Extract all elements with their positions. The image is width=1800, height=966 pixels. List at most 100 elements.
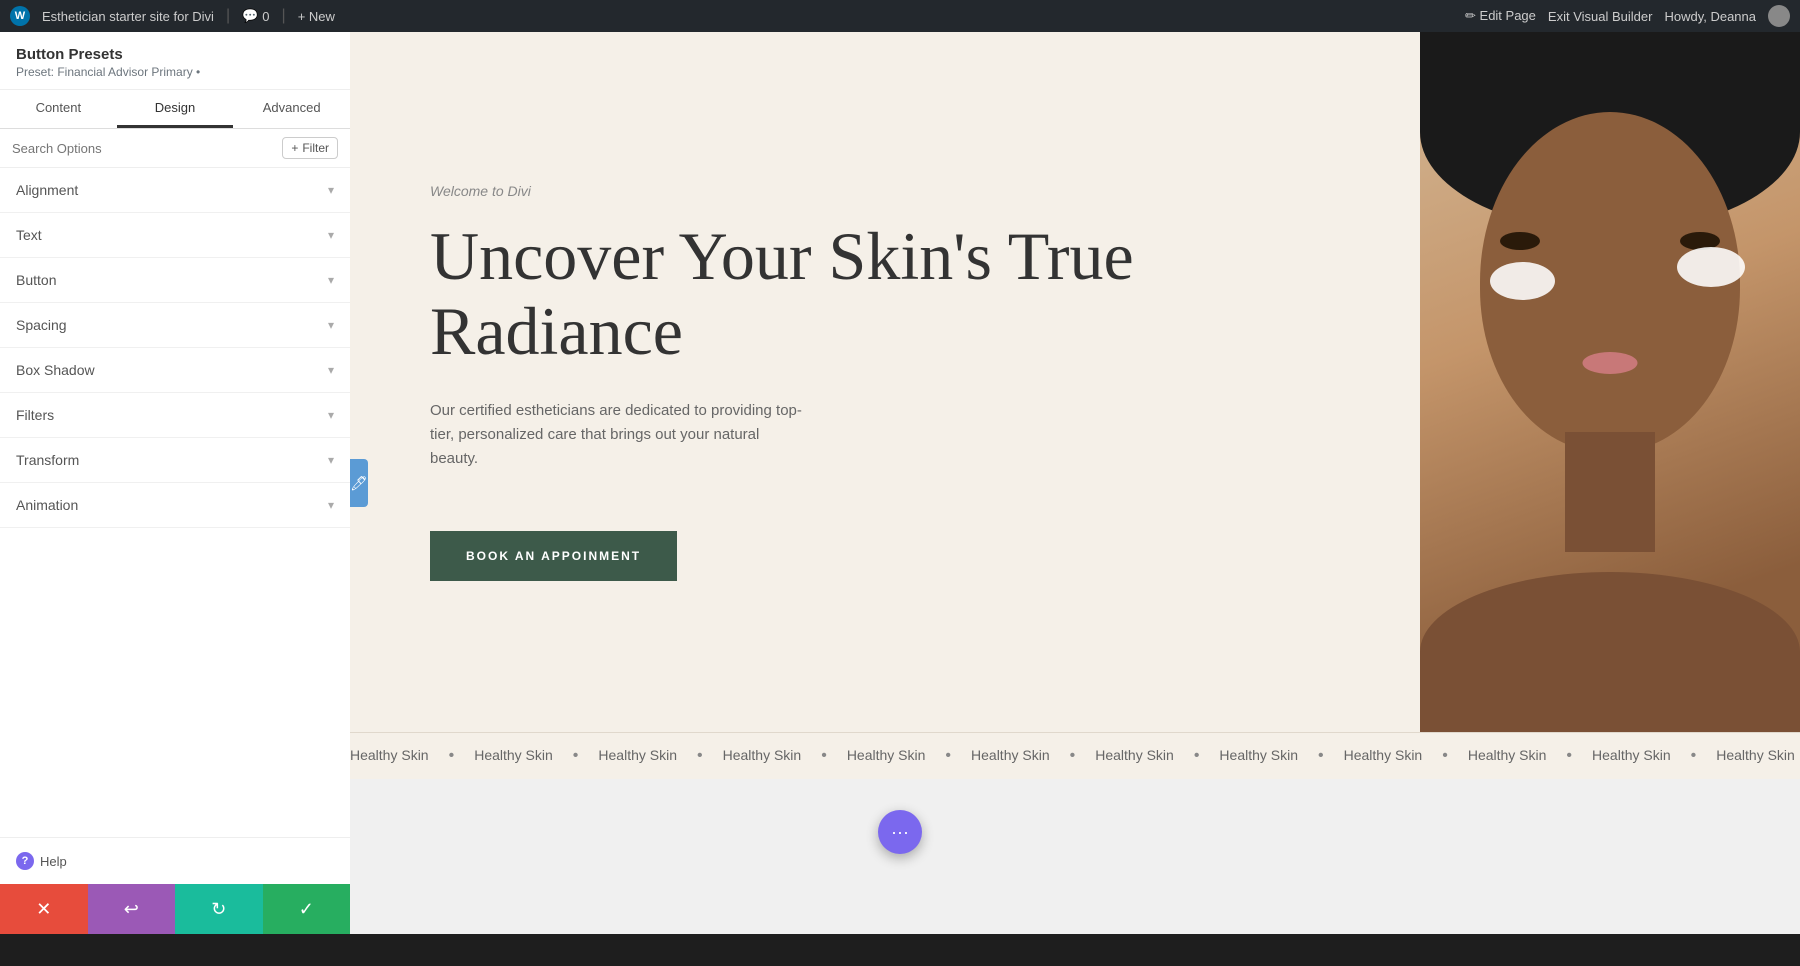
option-alignment-label: Alignment <box>16 182 78 198</box>
option-alignment[interactable]: Alignment ▾ <box>0 168 350 213</box>
hero-welcome-text: Welcome to Divi <box>430 183 1360 199</box>
sidebar-subtitle: Preset: Financial Advisor Primary • <box>16 65 334 79</box>
marquee-dot: • <box>697 747 703 765</box>
option-filters[interactable]: Filters ▾ <box>0 393 350 438</box>
save-button[interactable]: ✓ <box>263 884 351 934</box>
option-spacing[interactable]: Spacing ▾ <box>0 303 350 348</box>
chevron-down-icon: ▾ <box>328 318 334 332</box>
separator-1: | <box>226 7 230 25</box>
marquee-dot: • <box>1318 747 1324 765</box>
filter-button[interactable]: + Filter <box>282 137 338 159</box>
hero-image <box>1420 32 1800 732</box>
marquee-dot: • <box>1691 747 1697 765</box>
fab-icon: ··· <box>891 822 909 843</box>
redo-icon: ↻ <box>211 899 226 920</box>
option-text[interactable]: Text ▾ <box>0 213 350 258</box>
option-box-shadow[interactable]: Box Shadow ▾ <box>0 348 350 393</box>
cancel-icon: ✕ <box>36 899 51 920</box>
option-filters-label: Filters <box>16 407 54 423</box>
search-row: + Filter <box>0 129 350 168</box>
marquee-item: Healthy Skin <box>598 747 677 765</box>
sidebar-bottom-bar: ✕ ↩ ↻ ✓ <box>0 884 350 934</box>
topbar: W Esthetician starter site for Divi | 💬 … <box>0 0 1800 32</box>
layout: Button Presets Preset: Financial Advisor… <box>0 32 1800 934</box>
comment-count: 0 <box>262 9 269 24</box>
hero-title: Uncover Your Skin's True Radiance <box>430 219 1360 369</box>
main-content: Welcome to Divi Uncover Your Skin's True… <box>350 32 1800 934</box>
chevron-down-icon: ▾ <box>328 273 334 287</box>
marquee-dot: • <box>1566 747 1572 765</box>
chevron-down-icon: ▾ <box>328 363 334 377</box>
marquee-dot: • <box>1194 747 1200 765</box>
floating-action-button[interactable]: ··· <box>878 810 922 854</box>
save-icon: ✓ <box>299 899 314 920</box>
hero-section: Welcome to Divi Uncover Your Skin's True… <box>350 32 1800 732</box>
sidebar: Button Presets Preset: Financial Advisor… <box>0 32 350 934</box>
option-transform[interactable]: Transform ▾ <box>0 438 350 483</box>
tab-advanced[interactable]: Advanced <box>233 90 350 128</box>
book-appointment-button[interactable]: BOOK AN APPOINMENT <box>430 531 677 581</box>
edit-page-button[interactable]: ✏ Edit Page <box>1465 8 1536 24</box>
option-text-label: Text <box>16 227 42 243</box>
sidebar-header: Button Presets Preset: Financial Advisor… <box>0 32 350 90</box>
marquee-item: Healthy Skin <box>847 747 926 765</box>
marquee-dot: • <box>821 747 827 765</box>
undo-icon: ↩ <box>124 899 139 920</box>
marquee-item: Healthy Skin <box>1592 747 1671 765</box>
marquee-item: Healthy Skin <box>1716 747 1795 765</box>
option-animation-label: Animation <box>16 497 78 513</box>
marquee-dot: • <box>573 747 579 765</box>
marquee-item: Healthy Skin <box>1219 747 1298 765</box>
cancel-button[interactable]: ✕ <box>0 884 88 934</box>
separator-2: | <box>282 7 286 25</box>
avatar[interactable] <box>1768 5 1790 27</box>
marquee-item: Healthy Skin <box>723 747 802 765</box>
chevron-down-icon: ▾ <box>328 498 334 512</box>
comment-icon: 💬 <box>242 8 258 24</box>
hero-right <box>1420 32 1800 732</box>
marquee-dot: • <box>1070 747 1076 765</box>
option-button-label: Button <box>16 272 56 288</box>
chevron-down-icon: ▾ <box>328 408 334 422</box>
marquee-dot: • <box>449 747 455 765</box>
chevron-down-icon: ▾ <box>328 228 334 242</box>
sidebar-options: Alignment ▾ Text ▾ Button ▾ Spacing ▾ Bo… <box>0 168 350 837</box>
help-link[interactable]: ? Help <box>0 837 350 884</box>
option-button[interactable]: Button ▾ <box>0 258 350 303</box>
tab-content[interactable]: Content <box>0 90 117 128</box>
chevron-down-icon: ▾ <box>328 183 334 197</box>
marquee-dot: • <box>1442 747 1448 765</box>
hero-description: Our certified estheticians are dedicated… <box>430 399 810 471</box>
help-icon: ? <box>16 852 34 870</box>
topbar-right: ✏ Edit Page Exit Visual Builder Howdy, D… <box>1465 5 1790 27</box>
marquee-item: Healthy Skin <box>971 747 1050 765</box>
search-input[interactable] <box>12 141 274 156</box>
marquee-item: Healthy Skin <box>1095 747 1174 765</box>
chevron-down-icon: ▾ <box>328 453 334 467</box>
exit-visual-builder-button[interactable]: Exit Visual Builder <box>1548 9 1653 24</box>
tab-design[interactable]: Design <box>117 90 234 128</box>
option-box-shadow-label: Box Shadow <box>16 362 95 378</box>
site-name: Esthetician starter site for Divi <box>42 9 214 24</box>
sidebar-title: Button Presets <box>16 46 334 63</box>
sidebar-tabs: Content Design Advanced <box>0 90 350 129</box>
filter-plus-icon: + <box>291 141 298 155</box>
option-spacing-label: Spacing <box>16 317 67 333</box>
redo-button[interactable]: ↻ <box>175 884 263 934</box>
marquee-dot: • <box>945 747 951 765</box>
filter-label: Filter <box>302 141 329 155</box>
help-label: Help <box>40 854 67 869</box>
marquee-track: Healthy Skin • Healthy Skin • Healthy Sk… <box>350 747 1800 765</box>
hero-left: Welcome to Divi Uncover Your Skin's True… <box>350 32 1420 732</box>
new-button[interactable]: + New <box>298 9 335 24</box>
divi-toggle-icon: 🖊 <box>350 475 368 492</box>
wordpress-icon[interactable]: W <box>10 6 30 26</box>
marquee-bar: Healthy Skin • Healthy Skin • Healthy Sk… <box>350 732 1800 779</box>
marquee-item: Healthy Skin <box>1468 747 1547 765</box>
undo-button[interactable]: ↩ <box>88 884 176 934</box>
howdy-text: Howdy, Deanna <box>1664 9 1756 24</box>
divi-side-toggle[interactable]: 🖊 <box>350 459 368 507</box>
option-animation[interactable]: Animation ▾ <box>0 483 350 528</box>
comments-link[interactable]: 💬 0 <box>242 8 269 24</box>
option-transform-label: Transform <box>16 452 79 468</box>
